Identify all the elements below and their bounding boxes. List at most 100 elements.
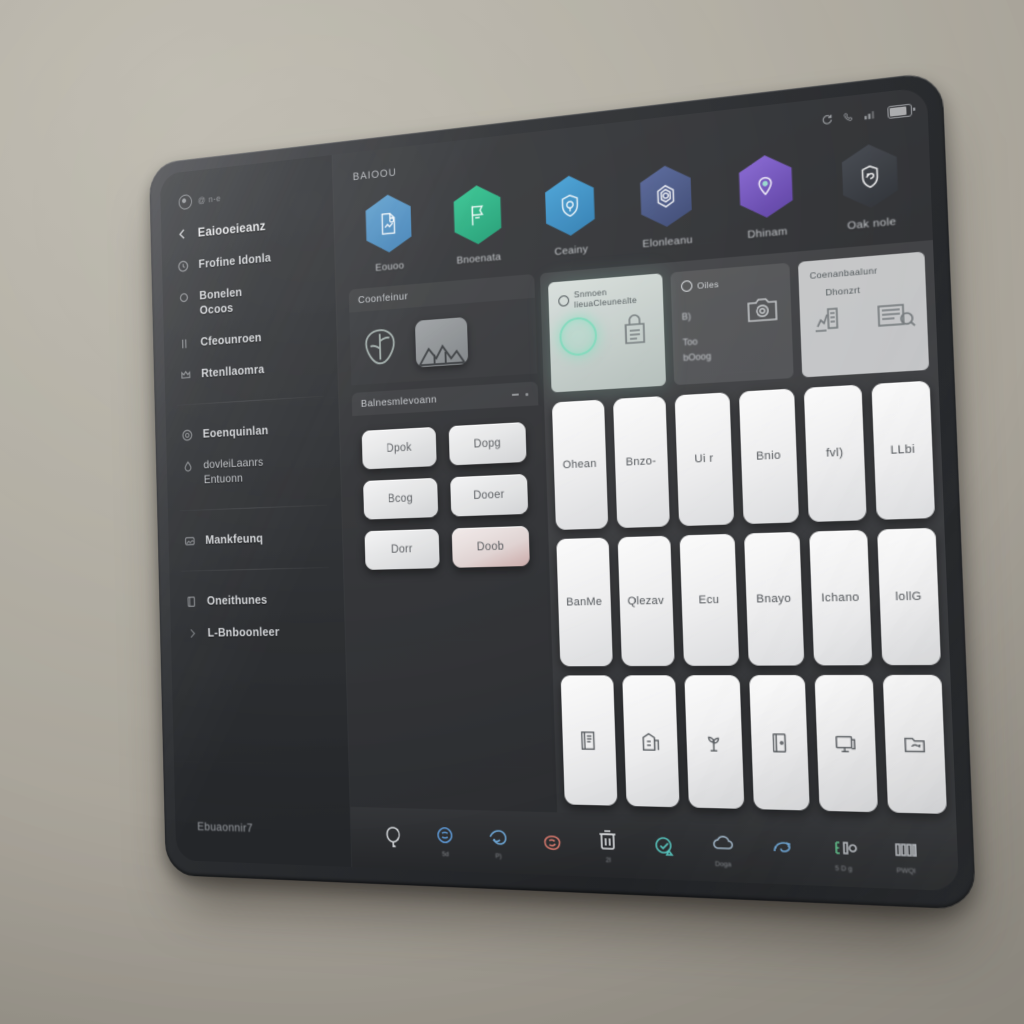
status-bar [820, 103, 913, 127]
plant-icon [702, 730, 726, 753]
app-tile-0[interactable] [363, 192, 414, 254]
app-item-2[interactable]: Ceainy [532, 172, 609, 260]
card-line-0: B) [681, 310, 692, 322]
header-dots[interactable] [511, 392, 529, 396]
grid-key-0-3[interactable]: Bnio [738, 388, 800, 524]
grid-key-2-2[interactable] [684, 675, 744, 809]
teal-badge-icon [651, 832, 679, 860]
app-tile-3[interactable] [637, 163, 694, 229]
left-panel-column: Coonfeinur Balnesmlevoann Dpok Dopg Bcog… [348, 273, 552, 812]
app-item-4[interactable]: Dhinam [725, 151, 809, 243]
card-main-1: B) [681, 292, 781, 336]
grid-key-2-4[interactable] [814, 675, 878, 813]
dock-item-9[interactable]: PWQl [879, 835, 932, 876]
sidebar-nav-group-2: Eoenquinlan dovleiLaanrs Entuonn [166, 405, 341, 503]
card-line-1: Too [682, 336, 698, 348]
badge-icon [853, 159, 887, 194]
card-1[interactable]: Oiles B) Too bOoog [670, 262, 795, 386]
sidebar-item-label-6: dovleiLaanrs Entuonn [203, 455, 264, 486]
dock-label-4: 2l [605, 856, 611, 865]
grid-key-0-4[interactable]: fvl) [803, 384, 867, 522]
left-key-3[interactable]: Dooer [450, 473, 529, 517]
sidebar-divider-1 [176, 395, 325, 407]
pin-drop-icon [749, 169, 782, 203]
main-area: BAIOOU Eouoo Bnoenata Ceainy Elonleanu D… [332, 86, 960, 892]
app-tile-4[interactable] [736, 152, 795, 220]
grid-key-2-1[interactable] [621, 675, 680, 808]
knot-icon [432, 822, 457, 849]
battery-icon [887, 103, 913, 120]
clock-icon [177, 259, 190, 274]
app-item-0[interactable]: Eouoo [353, 191, 424, 276]
card-title-2: Coenanbaalunr [809, 265, 878, 282]
mountain-thumb-icon[interactable] [414, 316, 469, 368]
chevron-left-icon [176, 227, 189, 242]
spiral-logo-icon [178, 193, 193, 211]
grid-key-0-2[interactable]: Ui r [674, 392, 734, 526]
trash-icon [594, 827, 621, 855]
left-panel-body [349, 298, 537, 386]
app-tile-1[interactable] [451, 183, 504, 247]
app-label-1: Bnoenata [456, 250, 502, 267]
grid-key-1-3[interactable]: Bnayo [743, 531, 805, 667]
dock-item-0[interactable] [372, 824, 415, 854]
grid-key-0-5[interactable]: LLbi [870, 380, 936, 520]
circle-icon [178, 290, 191, 305]
left-key-2[interactable]: Bcog [363, 477, 439, 520]
sidebar-item-8[interactable]: Oneithunes [170, 582, 345, 617]
wave-icon [485, 823, 511, 850]
left-key-1[interactable]: Dopg [448, 422, 527, 466]
gear-icon [680, 280, 693, 293]
app-button-grid: Ohean Bnzo- Ui r Bnio fvl) LLbi BanMe Ql… [551, 380, 947, 814]
dock-label-8: 5 D g [834, 864, 853, 874]
app-tile-2[interactable] [543, 173, 598, 238]
sidebar-nav-group-1: Eaiooeieanz Frofine Idonla Bonelen Ocoos [161, 197, 338, 398]
app-item-1[interactable]: Bnoenata [441, 182, 515, 268]
dock-item-2[interactable]: P) [476, 823, 521, 861]
left-panel-second-header-label: Balnesmlevoann [360, 393, 438, 410]
app-item-3[interactable]: Elonleanu [626, 162, 706, 252]
sidebar-item-label-0: Eaiooeieanz [197, 218, 266, 240]
left-key-4[interactable]: Dorr [364, 528, 440, 570]
dock-item-3[interactable] [529, 828, 575, 859]
left-panel-header-label: Coonfeinur [357, 290, 409, 307]
sidebar-item-6[interactable]: dovleiLaanrs Entuonn [167, 443, 341, 497]
sidebar-item-9[interactable]: L-Bnboonleer [170, 615, 345, 649]
sidebar-item-label-1: Frofine Idonla [198, 251, 272, 272]
left-key-0[interactable]: Dpok [361, 426, 437, 470]
app-item-5[interactable]: Oak nole [827, 140, 915, 234]
grid-key-1-1[interactable]: Qlezav [617, 535, 675, 667]
grid-key-0-1[interactable]: Bnzo- [612, 395, 670, 528]
left-key-5[interactable]: Doob [451, 525, 530, 568]
sidebar-item-label-5: Eoenquinlan [202, 423, 269, 441]
page-title: BAIOOU [352, 166, 397, 184]
app-tile-5[interactable] [839, 141, 901, 210]
grid-key-2-5[interactable] [882, 675, 947, 814]
sidebar-item-7[interactable]: Mankfeunq [168, 519, 342, 557]
dock-item-8[interactable]: 5 D g [817, 833, 869, 874]
grid-key-1-2[interactable]: Ecu [679, 533, 739, 667]
brand-label: @ n-e [197, 193, 222, 206]
card-line-2: bOoog [683, 351, 712, 364]
tablet-screen: @ n-e Eaiooeieanz Frofine Idonla Bonelen… [159, 86, 960, 892]
app-label-2: Ceainy [554, 243, 589, 259]
column-icon [179, 337, 192, 352]
grid-key-1-0[interactable]: BanMe [556, 537, 613, 667]
dock-label-6: Doga [714, 860, 732, 869]
drop-icon [182, 460, 195, 475]
grid-key-1-5[interactable]: lollG [876, 527, 942, 666]
grid-key-2-0[interactable] [560, 675, 617, 806]
dock-item-4[interactable]: 2l [584, 826, 631, 865]
grid-key-0-0[interactable]: Ohean [551, 399, 608, 530]
dock-item-7[interactable] [757, 835, 808, 868]
dock: 5d P) 2l Doga 5 D g PWQl [350, 806, 960, 892]
card-2[interactable]: Coenanbaalunr Dhonzrt [798, 251, 930, 378]
leaf-glyph-icon[interactable] [359, 324, 402, 369]
grid-key-1-4[interactable]: Ichano [809, 529, 872, 666]
dock-item-1[interactable]: 5d [423, 822, 467, 859]
card-0[interactable]: Snmoen lieuaCleunealte [548, 273, 666, 393]
content-region: Coonfeinur Balnesmlevoann Dpok Dopg Bcog… [336, 240, 957, 824]
dock-item-5[interactable] [641, 832, 689, 864]
grid-key-2-3[interactable] [748, 675, 810, 811]
dock-item-6[interactable]: Doga [698, 830, 748, 870]
